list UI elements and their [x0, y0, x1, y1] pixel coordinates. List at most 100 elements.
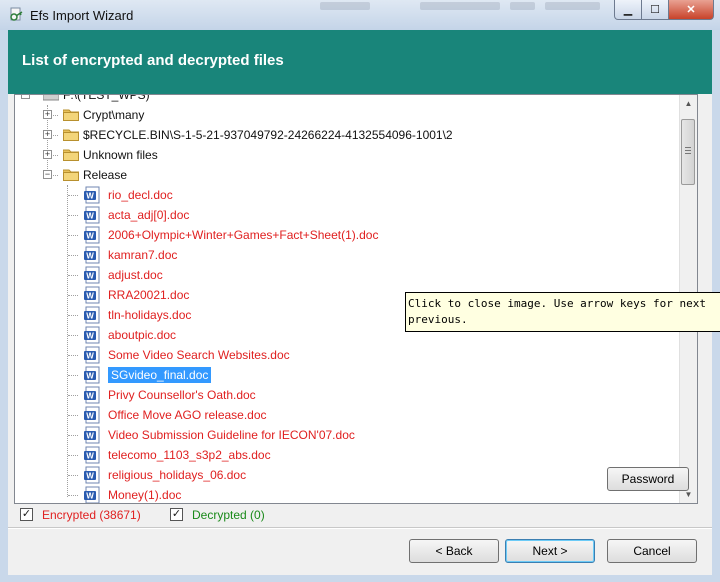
svg-text:W: W	[86, 212, 94, 221]
expander-icon[interactable]: −	[43, 170, 52, 179]
word-document-icon: W	[83, 386, 101, 404]
folder-icon	[62, 108, 80, 122]
svg-text:W: W	[86, 312, 94, 321]
tree-connector	[68, 215, 78, 216]
page-title: List of encrypted and decrypted files	[22, 52, 284, 69]
word-document-icon: W	[83, 206, 101, 224]
word-document-icon: W	[83, 446, 101, 464]
svg-text:W: W	[86, 492, 94, 501]
decrypted-checkbox[interactable]: ✓	[170, 508, 183, 521]
tree-file-label: rio_decl.doc	[108, 188, 173, 202]
background-ghost-text	[545, 2, 600, 10]
tree-file-label: RRA20021.doc	[108, 288, 190, 302]
svg-text:W: W	[86, 412, 94, 421]
expander-icon[interactable]: +	[43, 150, 52, 159]
tree-folder-label: Unknown files	[83, 148, 158, 162]
drive-icon	[43, 95, 59, 101]
tree-file-label: acta_adj[0].doc	[108, 208, 190, 222]
tree-folder-label: Crypt\many	[83, 108, 145, 122]
tree-file-label: Privy Counsellor's Oath.doc	[108, 388, 256, 402]
decrypted-count-label: Decrypted (0)	[192, 508, 265, 522]
svg-text:W: W	[86, 252, 94, 261]
footer-separator	[8, 527, 712, 529]
tree-root-label: F:\(TEST_WPS)	[63, 94, 150, 102]
tree-file-label: tln-holidays.doc	[108, 308, 192, 322]
word-document-icon: W	[83, 246, 101, 264]
folder-icon	[62, 128, 80, 142]
minimize-button[interactable]: ▁	[614, 0, 642, 20]
svg-text:W: W	[86, 232, 94, 241]
tree-connector	[68, 195, 78, 196]
tree-connector	[68, 295, 78, 296]
tree-file-label: aboutpic.doc	[108, 328, 177, 342]
tree-connector	[68, 455, 78, 456]
expander-icon[interactable]: +	[43, 130, 52, 139]
word-document-icon: W	[83, 406, 101, 424]
back-button[interactable]: < Back	[409, 539, 499, 563]
svg-text:W: W	[86, 432, 94, 441]
word-document-icon: W	[83, 366, 101, 384]
tree-file-label: telecomo_1103_s3p2_abs.doc	[108, 448, 271, 462]
background-ghost-text	[420, 2, 500, 10]
close-button[interactable]: ✕	[669, 0, 714, 20]
tree-file-label: adjust.doc	[108, 268, 163, 282]
tree-connector	[68, 235, 78, 236]
svg-text:W: W	[86, 272, 94, 281]
wizard-header: List of encrypted and decrypted files	[8, 30, 712, 94]
word-document-icon: W	[83, 286, 101, 304]
window-controls: ▁ ☐ ✕	[614, 0, 714, 22]
tree-connector	[68, 315, 78, 316]
svg-text:W: W	[86, 472, 94, 481]
svg-text:W: W	[86, 452, 94, 461]
word-document-icon: W	[83, 306, 101, 324]
folder-icon	[62, 148, 80, 162]
word-document-icon: W	[83, 226, 101, 244]
tree-file-label: Money(1).doc	[108, 488, 182, 502]
word-document-icon: W	[83, 466, 101, 484]
svg-text:W: W	[86, 392, 94, 401]
efs-import-wizard-window: Efs Import Wizard ▁ ☐ ✕ List of encrypte…	[0, 0, 720, 582]
tree-folder-label: Release	[83, 168, 128, 182]
tree-connector	[68, 275, 78, 276]
svg-text:W: W	[86, 332, 94, 341]
svg-text:W: W	[86, 292, 94, 301]
password-button[interactable]: Password	[607, 467, 689, 491]
tree-file-label: Office Move AGO release.doc	[108, 408, 267, 422]
scrollbar-thumb[interactable]	[681, 119, 695, 185]
encrypted-count-label: Encrypted (38671)	[42, 508, 141, 522]
word-document-icon: W	[83, 486, 101, 503]
image-viewer-tooltip[interactable]: Click to close image. Use arrow keys for…	[405, 292, 720, 332]
app-key-icon	[10, 7, 23, 21]
tree-file-label: Video Submission Guideline for IECON'07.…	[108, 428, 355, 442]
tree-connector	[68, 355, 78, 356]
title-bar[interactable]: Efs Import Wizard ▁ ☐ ✕	[0, 0, 720, 30]
tree-connector	[68, 495, 78, 496]
svg-text:W: W	[86, 372, 94, 381]
word-document-icon: W	[83, 266, 101, 284]
tree-connector	[68, 395, 78, 396]
expander-icon[interactable]: +	[43, 110, 52, 119]
tree-connector	[68, 255, 78, 256]
maximize-button[interactable]: ☐	[642, 0, 669, 20]
encrypted-checkbox[interactable]: ✓	[20, 508, 33, 521]
tree-connector	[67, 185, 68, 497]
window-title: Efs Import Wizard	[30, 8, 134, 23]
background-ghost-text	[320, 2, 370, 10]
tree-file-label: Some Video Search Websites.doc	[108, 348, 290, 362]
word-document-icon: W	[83, 186, 101, 204]
tooltip-line-1: Click to close image. Use arrow keys for…	[408, 297, 707, 310]
word-document-icon: W	[83, 426, 101, 444]
tree-connector	[68, 335, 78, 336]
cancel-button[interactable]: Cancel	[607, 539, 697, 563]
tree-connector	[68, 475, 78, 476]
svg-text:W: W	[86, 192, 94, 201]
expander-icon[interactable]: −	[21, 95, 30, 99]
folder-icon	[62, 168, 80, 182]
svg-text:W: W	[86, 352, 94, 361]
tree-connector	[68, 435, 78, 436]
next-button[interactable]: Next >	[505, 539, 595, 563]
scroll-up-arrow-icon[interactable]: ▲	[680, 95, 697, 112]
tree-file-label: SGvideo_final.doc	[108, 367, 212, 383]
background-ghost-text	[510, 2, 535, 10]
tree-connector	[68, 415, 78, 416]
